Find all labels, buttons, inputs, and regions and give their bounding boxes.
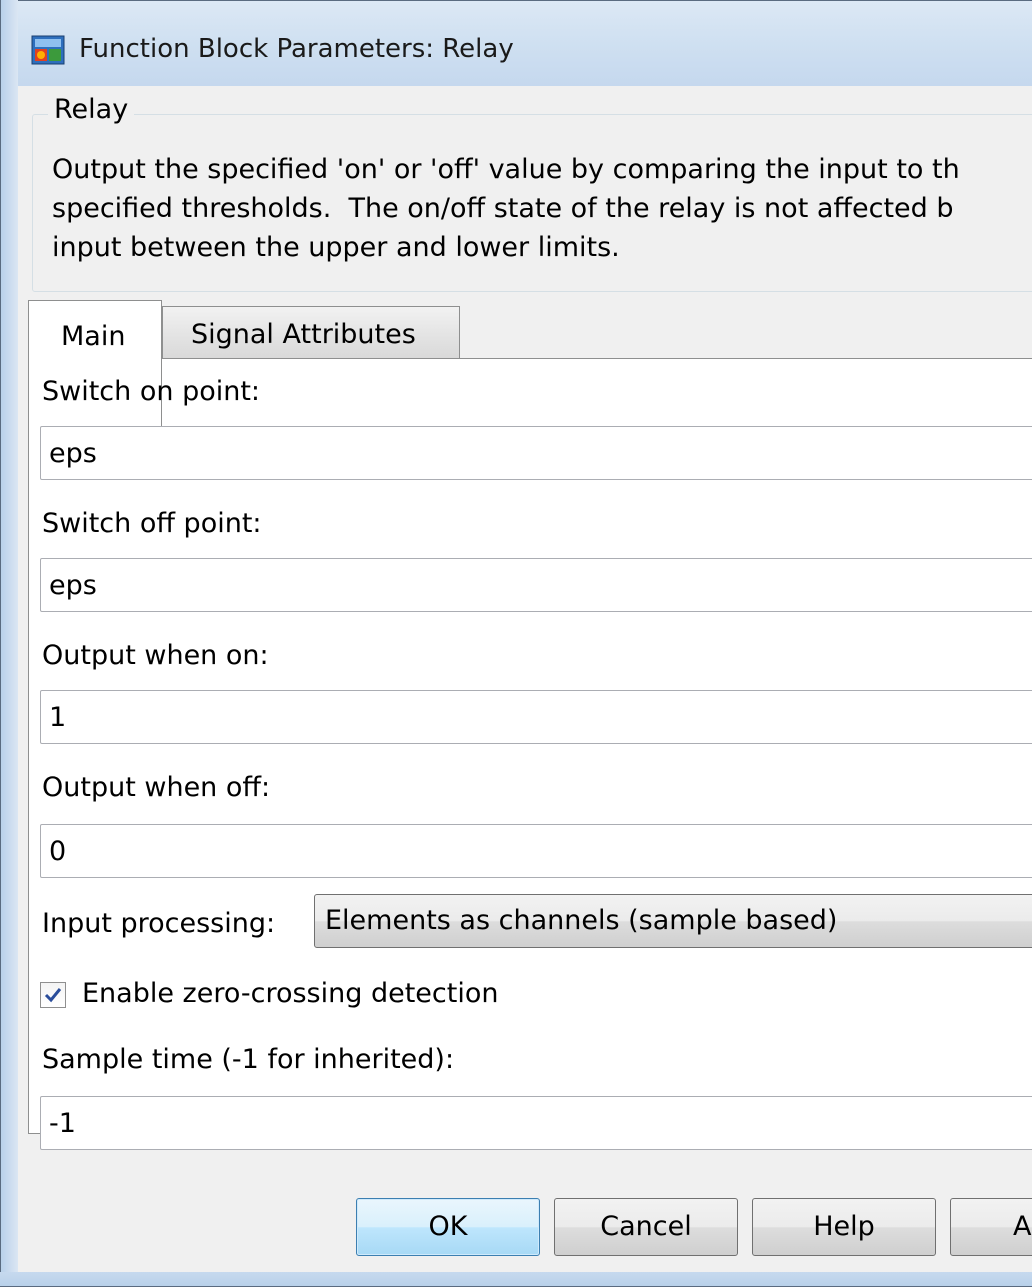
input-processing-value: Elements as channels (sample based) [325, 905, 838, 936]
window-title: Function Block Parameters: Relay [79, 34, 514, 64]
dialog-client-area: Relay Output the specified 'on' or 'off'… [18, 86, 1032, 1272]
ok-button[interactable]: OK [356, 1198, 540, 1256]
simulink-block-icon [31, 35, 65, 65]
output-off-label: Output when off: [42, 772, 271, 803]
zero-crossing-label[interactable]: Enable zero-crossing detection [82, 978, 498, 1009]
tab-main-label: Main [61, 321, 126, 352]
sample-time-label: Sample time (-1 for inherited): [42, 1044, 455, 1075]
output-on-label: Output when on: [42, 640, 269, 671]
output-off-input[interactable] [40, 824, 1032, 878]
switch-on-label: Switch on point: [42, 376, 261, 407]
group-title: Relay [48, 94, 135, 125]
switch-on-input[interactable] [40, 426, 1032, 480]
tab-main[interactable]: Main [28, 300, 162, 446]
input-processing-label: Input processing: [42, 908, 276, 939]
sample-time-input[interactable] [40, 1096, 1032, 1150]
help-button[interactable]: Help [752, 1198, 936, 1256]
output-on-input[interactable] [40, 690, 1032, 744]
window-frame-left [0, 0, 18, 1287]
switch-off-input[interactable] [40, 558, 1032, 612]
tab-signal-attributes-label: Signal Attributes [191, 319, 416, 350]
zero-crossing-checkbox[interactable] [40, 982, 66, 1008]
window-frame-bottom [0, 1272, 1032, 1287]
checkmark-icon [44, 988, 62, 1003]
switch-off-label: Switch off point: [42, 508, 262, 539]
cancel-button[interactable]: Cancel [554, 1198, 738, 1256]
title-bar[interactable]: Function Block Parameters: Relay [0, 0, 1032, 86]
input-processing-select[interactable]: Elements as channels (sample based) [314, 894, 1032, 948]
block-description: Output the specified 'on' or 'off' value… [52, 154, 960, 263]
dialog-window: Function Block Parameters: Relay Relay O… [0, 0, 1032, 1287]
apply-button[interactable]: Ap [950, 1198, 1032, 1256]
tab-signal-attributes[interactable]: Signal Attributes [162, 306, 460, 358]
